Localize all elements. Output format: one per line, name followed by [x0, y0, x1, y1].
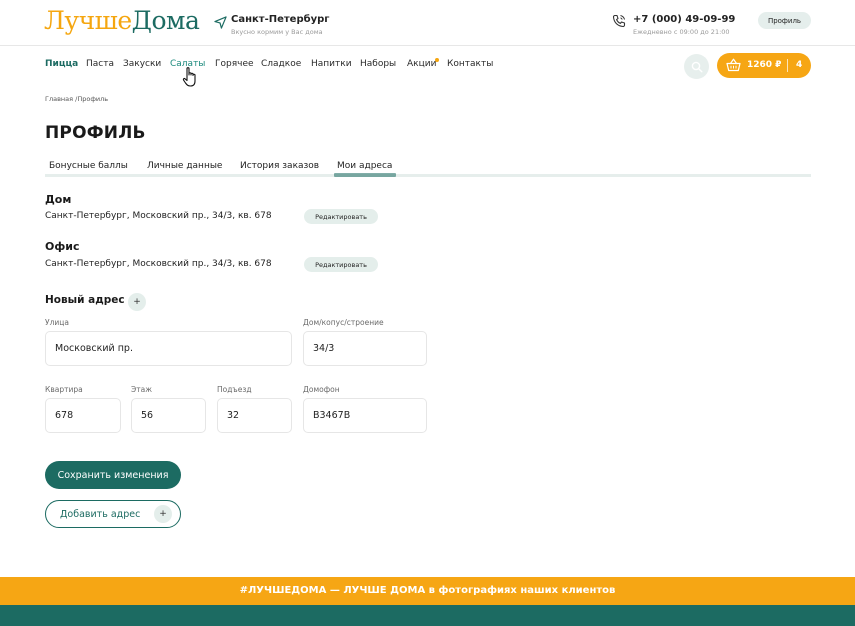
- house-label: Дом/копус/строение: [303, 318, 384, 327]
- nav-item-snacks[interactable]: Закуски: [123, 59, 161, 69]
- slogan: Вкусно кормим у Вас дома: [231, 28, 323, 36]
- house-input[interactable]: [303, 331, 427, 366]
- floor-input[interactable]: [131, 398, 206, 433]
- promo-badge-dot: [435, 58, 439, 62]
- breadcrumb[interactable]: Главная /Профиль: [45, 95, 108, 103]
- nav-item-drinks[interactable]: Напитки: [311, 59, 352, 69]
- hand-cursor-icon: [182, 67, 196, 87]
- tab-personal-data[interactable]: Личные данные: [147, 161, 222, 171]
- nav-item-desserts[interactable]: Сладкое: [261, 59, 301, 69]
- logo[interactable]: ЛучшеДома: [44, 6, 200, 35]
- floor-label: Этаж: [131, 385, 152, 394]
- address-name-office: Офис: [45, 240, 80, 253]
- new-address-title: Новый адрес: [45, 294, 125, 306]
- phone-icon: [612, 14, 626, 28]
- instagram-banner[interactable]: #ЛУЧШЕДОМА — ЛУЧШЕ ДОМА в фотографиях на…: [0, 577, 855, 605]
- new-address-plus-button[interactable]: +: [128, 293, 146, 311]
- nav-item-contacts[interactable]: Контакты: [447, 59, 493, 69]
- edit-address-office-button[interactable]: Редактировать: [304, 257, 378, 272]
- street-label: Улица: [45, 318, 69, 327]
- nav-item-pasta[interactable]: Паста: [86, 59, 114, 69]
- phone-number[interactable]: +7 (000) 49-09-99: [633, 14, 735, 25]
- save-changes-button[interactable]: Сохранить изменения: [45, 461, 181, 489]
- working-hours: Ежедневно с 09:00 до 21:00: [633, 28, 730, 36]
- address-text-home: Санкт-Петербург, Московский пр., 34/3, к…: [45, 211, 272, 221]
- entrance-label: Подъезд: [217, 385, 252, 394]
- address-name-home: Дом: [45, 193, 72, 206]
- address-text-office: Санкт-Петербург, Московский пр., 34/3, к…: [45, 259, 272, 269]
- logo-part-2: Дома: [131, 6, 200, 35]
- nav-item-pizza[interactable]: Пицца: [45, 59, 78, 69]
- page-title: ПРОФИЛЬ: [45, 123, 146, 143]
- city-selector[interactable]: Санкт-Петербург: [231, 14, 330, 25]
- intercom-input[interactable]: [303, 398, 427, 433]
- nav-item-hot[interactable]: Горячее: [215, 59, 254, 69]
- add-address-plus-icon: +: [154, 505, 172, 523]
- apartment-label: Квартира: [45, 385, 83, 394]
- footer: [0, 605, 855, 626]
- entrance-input[interactable]: [217, 398, 292, 433]
- nav-item-promo[interactable]: Акции: [407, 59, 436, 69]
- cart-button[interactable]: 1260 ₽ 4: [717, 53, 811, 78]
- tab-order-history[interactable]: История заказов: [240, 161, 319, 171]
- add-address-label: Добавить адрес: [60, 509, 141, 520]
- cart-count: 4: [796, 60, 803, 70]
- tab-bonus-points[interactable]: Бонусные баллы: [49, 161, 128, 171]
- apartment-input[interactable]: [45, 398, 121, 433]
- search-icon: [691, 61, 702, 72]
- cart-sum: 1260 ₽: [747, 60, 782, 70]
- site-header: ЛучшеДома Санкт-Петербург Вкусно кормим …: [0, 0, 855, 46]
- nav-item-sets[interactable]: Наборы: [360, 59, 396, 69]
- basket-icon: [726, 58, 741, 72]
- logo-part-1: Лучше: [44, 6, 132, 35]
- tab-my-addresses[interactable]: Мои адреса: [337, 161, 392, 171]
- intercom-label: Домофон: [303, 385, 340, 394]
- street-input[interactable]: [45, 331, 292, 366]
- active-tab-indicator: [334, 173, 396, 177]
- profile-button[interactable]: Профиль: [758, 12, 811, 29]
- search-button[interactable]: [684, 54, 709, 79]
- location-arrow-icon[interactable]: [214, 16, 227, 29]
- add-address-button[interactable]: Добавить адрес +: [45, 500, 181, 528]
- edit-address-home-button[interactable]: Редактировать: [304, 209, 378, 224]
- cart-divider: [787, 59, 788, 72]
- tabs-track: [45, 174, 811, 177]
